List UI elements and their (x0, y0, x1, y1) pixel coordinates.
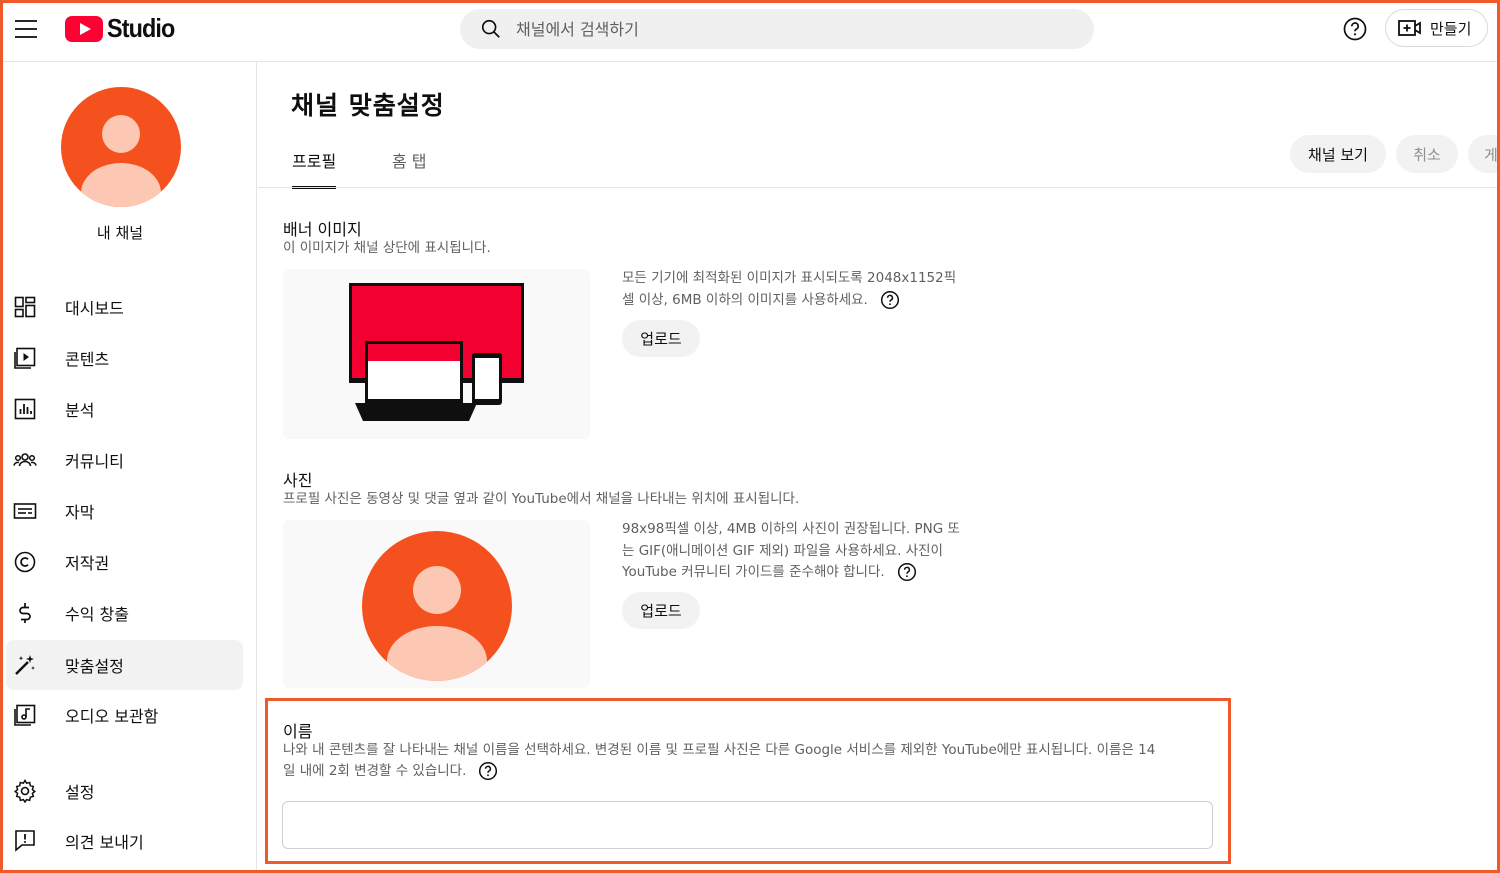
sidebar-item-label: 수익 창출 (65, 605, 129, 624)
photo-section-title: 사진 (283, 471, 313, 490)
monetization-icon (13, 601, 37, 625)
logo-text: Studio (107, 13, 175, 43)
sidebar-item-label: 분석 (65, 401, 95, 420)
profile-photo-placeholder (362, 531, 512, 681)
sidebar-item-label: 오디오 보관함 (65, 707, 159, 726)
create-video-icon (1398, 20, 1421, 36)
top-header: Studio 만들기 (3, 3, 1497, 62)
banner-requirements: 모든 기기에 최적화된 이미지가 표시되도록 2048x1152픽 셀 이상, … (622, 268, 977, 311)
sidebar-item-label: 콘텐츠 (65, 350, 110, 369)
name-description-line1: 나와 내 콘텐츠를 잘 나타내는 채널 이름을 선택하세요. 변경된 이름 및 … (283, 742, 1156, 758)
sidebar-item-label: 의견 보내기 (65, 833, 144, 852)
sidebar-item-label: 맞춤설정 (65, 657, 124, 676)
photo-preview (283, 520, 590, 688)
help-icon[interactable] (478, 761, 498, 781)
avatar-head-shape (102, 115, 140, 153)
sidebar-item-label: 저작권 (65, 554, 110, 573)
audio-library-icon (13, 703, 37, 727)
photo-requirements: 98x98픽셀 이상, 4MB 이하의 사진이 권장됩니다. PNG 또 는 G… (622, 519, 977, 584)
page-title: 채널 맞춤설정 (291, 91, 445, 120)
photo-section-description: 프로필 사진은 동영상 및 댓글 옆과 같이 YouTube에서 채널을 나타내… (283, 491, 800, 507)
sidebar-item-copyright[interactable]: 저작권 (6, 537, 243, 587)
banner-section-title: 배너 이미지 (283, 220, 362, 239)
sidebar: 내 채널 대시보드 콘텐츠 분석 커뮤니티 자막 저작권 수익 창출 맞춤설정 … (3, 62, 257, 870)
dashboard-icon (13, 295, 37, 319)
tabs-divider (258, 187, 1497, 188)
help-icon[interactable] (897, 562, 917, 582)
channel-avatar[interactable] (61, 87, 181, 207)
search-icon (481, 19, 500, 38)
name-section-description: 나와 내 콘텐츠를 잘 나타내는 채널 이름을 선택하세요. 변경된 이름 및 … (283, 740, 1223, 782)
banner-upload-button[interactable]: 업로드 (622, 320, 700, 357)
sidebar-item-settings[interactable]: 설정 (6, 766, 243, 816)
sidebar-item-label: 자막 (65, 503, 95, 522)
cancel-button[interactable]: 취소 (1396, 135, 1458, 173)
help-icon[interactable] (1342, 16, 1368, 42)
search-bar[interactable] (460, 9, 1094, 49)
name-description-line2-row: 일 내에 2회 변경할 수 있습니다. (283, 761, 1223, 782)
sidebar-item-label: 커뮤니티 (65, 452, 124, 471)
settings-icon (13, 779, 37, 803)
sidebar-item-label: 대시보드 (65, 299, 124, 318)
channel-name-input[interactable] (282, 801, 1213, 849)
banner-section-description: 이 이미지가 채널 상단에 표시됩니다. (283, 240, 491, 256)
sidebar-item-feedback[interactable]: 의견 보내기 (6, 816, 243, 866)
create-label: 만들기 (1430, 19, 1472, 38)
content-icon (13, 346, 37, 370)
sidebar-item-analytics[interactable]: 분석 (6, 384, 243, 434)
subtitles-icon (13, 499, 37, 523)
channel-name: 내 채널 (96, 224, 144, 242)
customization-icon (13, 653, 37, 677)
youtube-studio-logo[interactable]: Studio (65, 13, 182, 44)
photo-requirements-line3: YouTube 커뮤니티 가이드를 준수해야 합니다. (622, 564, 885, 580)
sidebar-item-customization[interactable]: 맞춤설정 (6, 640, 243, 690)
photo-requirements-line1: 98x98픽셀 이상, 4MB 이하의 사진이 권장됩니다. PNG 또 (622, 521, 960, 537)
sidebar-item-monetization[interactable]: 수익 창출 (6, 588, 243, 638)
tab-home[interactable]: 홈 탭 (392, 148, 427, 186)
banner-requirements-line2: 셀 이상, 6MB 이하의 이미지를 사용하세요. (622, 291, 868, 308)
sidebar-item-dashboard[interactable]: 대시보드 (6, 282, 243, 332)
sidebar-item-label: 설정 (65, 783, 95, 802)
main-content: 채널 맞춤설정 프로필 홈 탭 채널 보기 취소 게 배너 이미지 이 이미지가… (258, 62, 1497, 870)
community-icon (13, 448, 37, 472)
sidebar-item-content[interactable]: 콘텐츠 (6, 333, 243, 383)
banner-requirements-line1: 모든 기기에 최적화된 이미지가 표시되도록 2048x1152픽 (622, 270, 957, 286)
view-channel-button[interactable]: 채널 보기 (1290, 135, 1386, 173)
tab-profile[interactable]: 프로필 (292, 148, 337, 189)
sidebar-item-audio-library[interactable]: 오디오 보관함 (6, 690, 243, 740)
sidebar-item-community[interactable]: 커뮤니티 (6, 435, 243, 485)
menu-icon[interactable] (15, 20, 37, 38)
photo-requirements-line3-row: YouTube 커뮤니티 가이드를 준수해야 합니다. (622, 562, 977, 584)
create-button[interactable]: 만들기 (1385, 9, 1488, 47)
name-description-line2: 일 내에 2회 변경할 수 있습니다. (283, 763, 467, 779)
banner-requirements-line2-row: 셀 이상, 6MB 이하의 이미지를 사용하세요. (622, 290, 977, 312)
banner-devices-illustration (349, 283, 524, 421)
youtube-play-icon (65, 15, 103, 42)
avatar-body-shape (387, 626, 487, 681)
feedback-icon (13, 829, 37, 853)
name-section-title: 이름 (283, 722, 313, 741)
copyright-icon (13, 550, 37, 574)
sidebar-item-subtitles[interactable]: 자막 (6, 486, 243, 536)
avatar-body-shape (81, 163, 161, 207)
help-icon[interactable] (880, 290, 900, 310)
photo-upload-button[interactable]: 업로드 (622, 592, 700, 629)
avatar-head-shape (413, 566, 461, 614)
banner-preview (283, 269, 590, 439)
search-input[interactable] (516, 9, 1076, 49)
publish-button[interactable]: 게 (1468, 135, 1497, 173)
analytics-icon (13, 397, 37, 421)
photo-requirements-line2: 는 GIF(애니메이션 GIF 제외) 파일을 사용하세요. 사진이 (622, 542, 943, 559)
